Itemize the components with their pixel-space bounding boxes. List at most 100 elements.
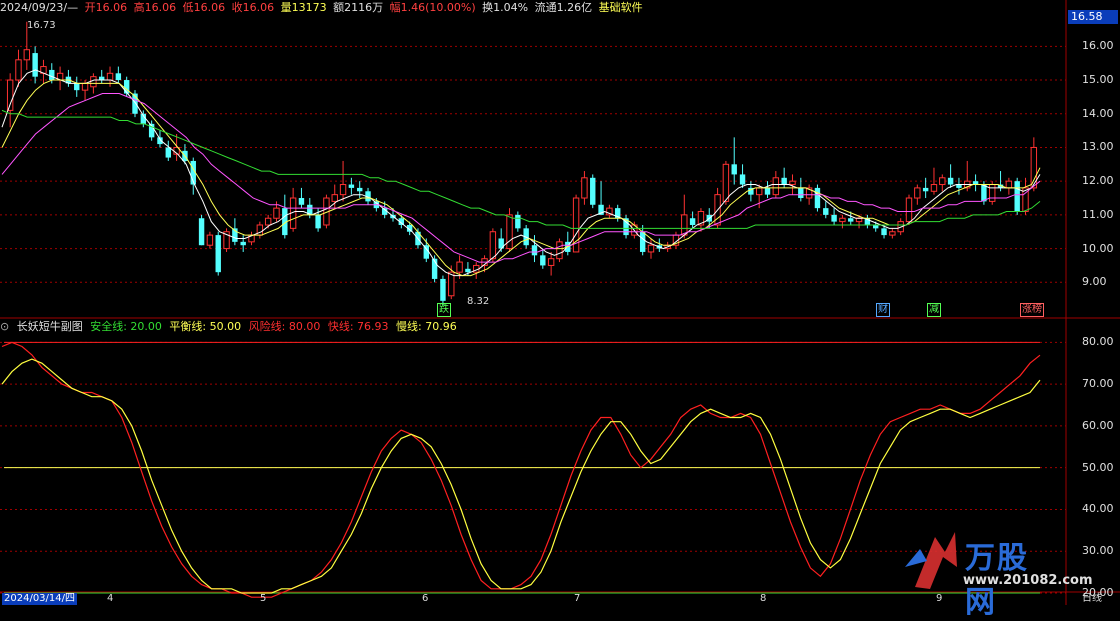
candle-body [823,208,829,215]
marker-jian-badge[interactable]: 减 [927,303,941,317]
candle-body [839,217,846,223]
date-month-7: 7 [574,593,581,604]
marker-die-badge[interactable]: 跌 [437,303,451,317]
candle-body [848,218,854,222]
candle-body [881,228,887,236]
price-tick-label: 16.00 [1082,39,1114,53]
watermark-arrow-icon [905,532,957,589]
candle-body [273,207,280,219]
candle-body [49,69,55,81]
candle-body [206,234,214,246]
candle-body [647,244,655,253]
date-start: 2024/03/14/四 [2,593,78,605]
indicator-series-line [1,358,1041,594]
candle-body [722,163,730,202]
candle-body [515,214,521,229]
candle-body [989,184,996,202]
moving-average-line [1,79,1041,277]
indicator-tick-label: 50.00 [1082,460,1114,474]
marker-zhangbang-badge[interactable]: 涨榜 [1020,303,1044,317]
price-tick-label: 9.00 [1082,275,1107,289]
candle-body [331,194,338,202]
candle-body [1014,181,1020,212]
candle-body [981,184,987,202]
indicator-series-line [1,341,1041,598]
price-tick-label: 11.00 [1082,207,1114,221]
candle-body [215,235,221,273]
candle-body [531,245,538,256]
watermark-url: www.201082.com [963,573,1093,588]
candle-body [1005,180,1013,189]
candle-body [939,177,946,186]
candle-body [731,164,737,175]
moving-average-line [1,109,1041,229]
candle-body [889,231,896,236]
candle-body [440,278,446,301]
candle-body [930,184,938,192]
price-tick-label: 14.00 [1082,106,1114,120]
candle-body [90,76,97,88]
candle-body [547,258,555,266]
candle-body [32,53,38,77]
watermark-logo: 万股网 www.201082.com [905,527,1093,620]
candle-body [315,214,321,229]
candle-body [789,180,796,186]
candle-body [198,218,205,246]
candle-body [23,49,31,61]
moving-average-line [1,69,1041,277]
marker-high-label: 16.73 [27,20,56,31]
indicator-tick-label: 60.00 [1082,418,1114,432]
chart-canvas[interactable] [0,0,1120,605]
candle-body [922,187,929,192]
candle-body [506,214,513,250]
candle-body [772,177,780,196]
candle-body [739,174,746,185]
candle-body [590,177,596,205]
candle-body [74,83,80,91]
candle-body [348,184,355,188]
candle-body [339,184,347,196]
price-tick-label: 13.00 [1082,140,1114,154]
date-axis: 2024/03/14/四 4 5 6 7 8 9 日线 [0,593,1120,605]
indicator-tick-label: 40.00 [1082,502,1114,516]
marker-cai-badge[interactable]: 财 [876,303,890,317]
indicator-tick-label: 80.00 [1082,335,1114,349]
price-tick-label: 10.00 [1082,241,1114,255]
candle-body [165,147,171,158]
candle-body [6,79,14,111]
candle-body [115,73,122,81]
price-tick-label: 12.00 [1082,174,1114,188]
date-period[interactable]: 日线 [1082,593,1102,605]
date-month-5: 5 [260,593,267,604]
candle-body [689,218,696,225]
candle-body [581,177,588,199]
candle-body [264,217,272,226]
candle-body [465,268,471,273]
candle-body [639,231,646,252]
candle-body [556,241,563,260]
marker-low-label: 8.32 [467,296,490,307]
candle-body [831,214,837,222]
candle-body [956,184,962,188]
price-tick-label: 15.00 [1082,73,1114,87]
candle-body [357,187,363,192]
candle-body [947,177,954,185]
candle-body [764,187,771,195]
candle-body [106,72,114,81]
candle-body [240,241,246,246]
candle-body [456,261,463,273]
candle-body [489,231,497,260]
candle-body [298,198,305,205]
candle-body [905,197,913,223]
candle-body [814,187,821,209]
date-month-8: 8 [760,593,767,604]
indicator-tick-label: 30.00 [1082,544,1114,558]
date-month-6: 6 [422,593,429,604]
candle-body [755,187,763,196]
date-month-4: 4 [107,593,114,604]
candle-body [798,187,804,199]
indicator-tick-label: 70.00 [1082,377,1114,391]
candle-body [855,217,863,223]
candle-body [781,177,787,185]
candle-body [540,255,546,266]
